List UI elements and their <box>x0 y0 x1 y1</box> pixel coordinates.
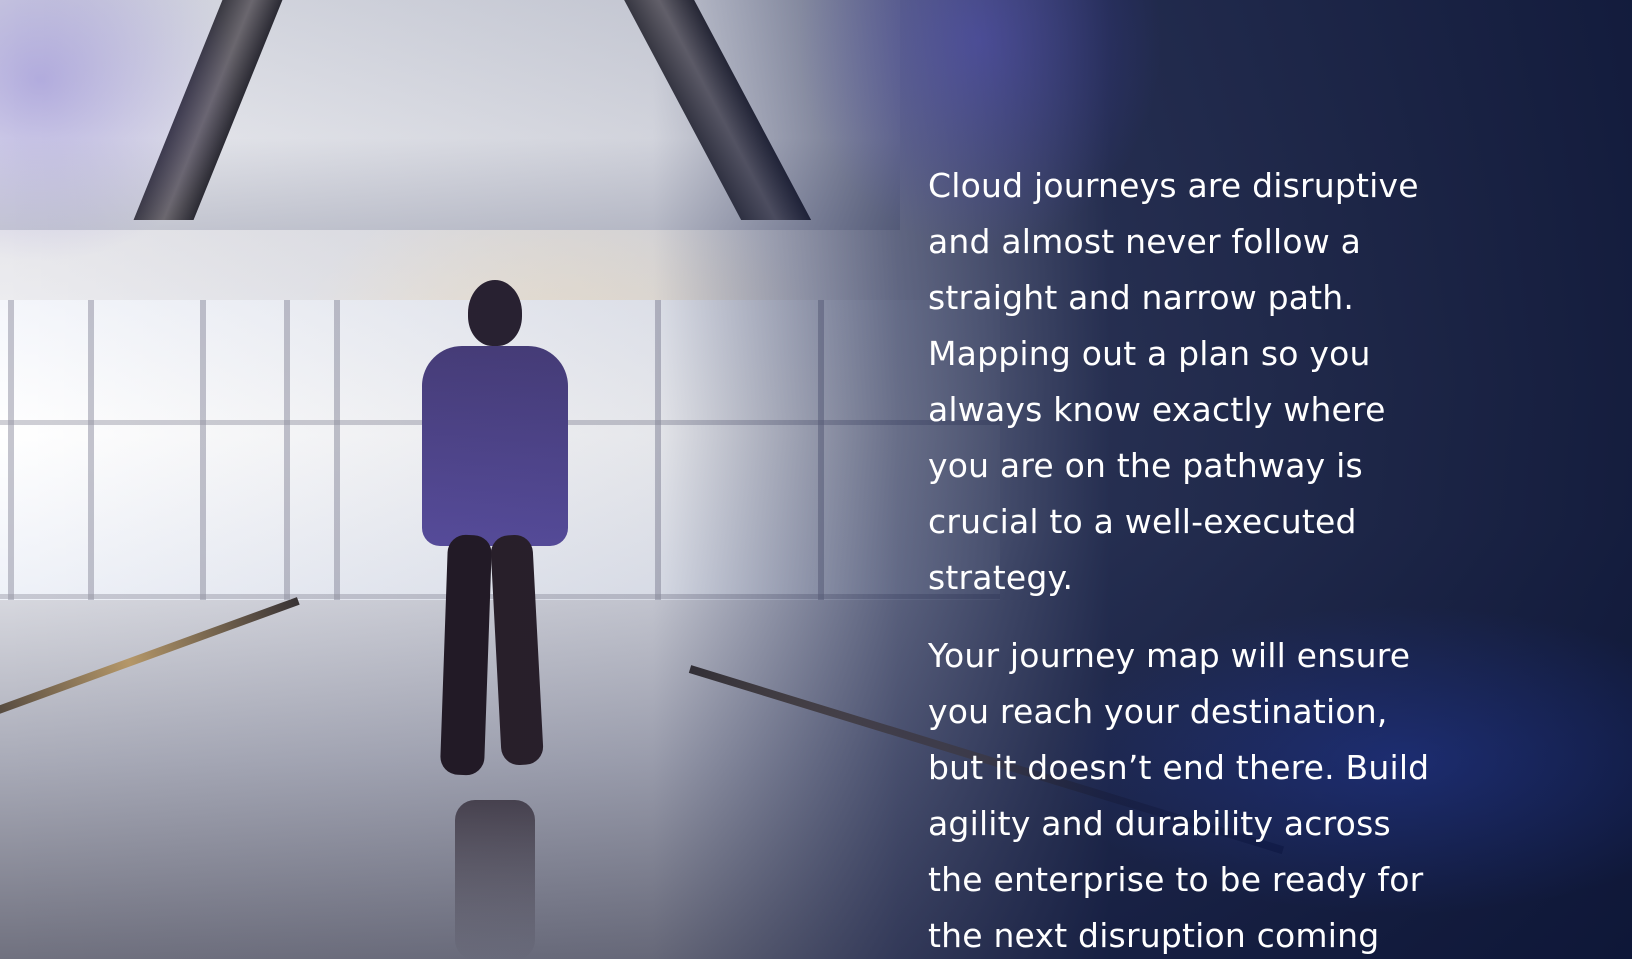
hero-section: Cloud journeys are disruptive and almost… <box>0 0 1632 959</box>
hero-paragraph-2: Your journey map will ensure you reach y… <box>928 636 1430 955</box>
hero-copy: Cloud journeys are disruptive and almost… <box>928 158 1528 959</box>
hero-paragraph-1: Cloud journeys are disruptive and almost… <box>928 166 1419 597</box>
